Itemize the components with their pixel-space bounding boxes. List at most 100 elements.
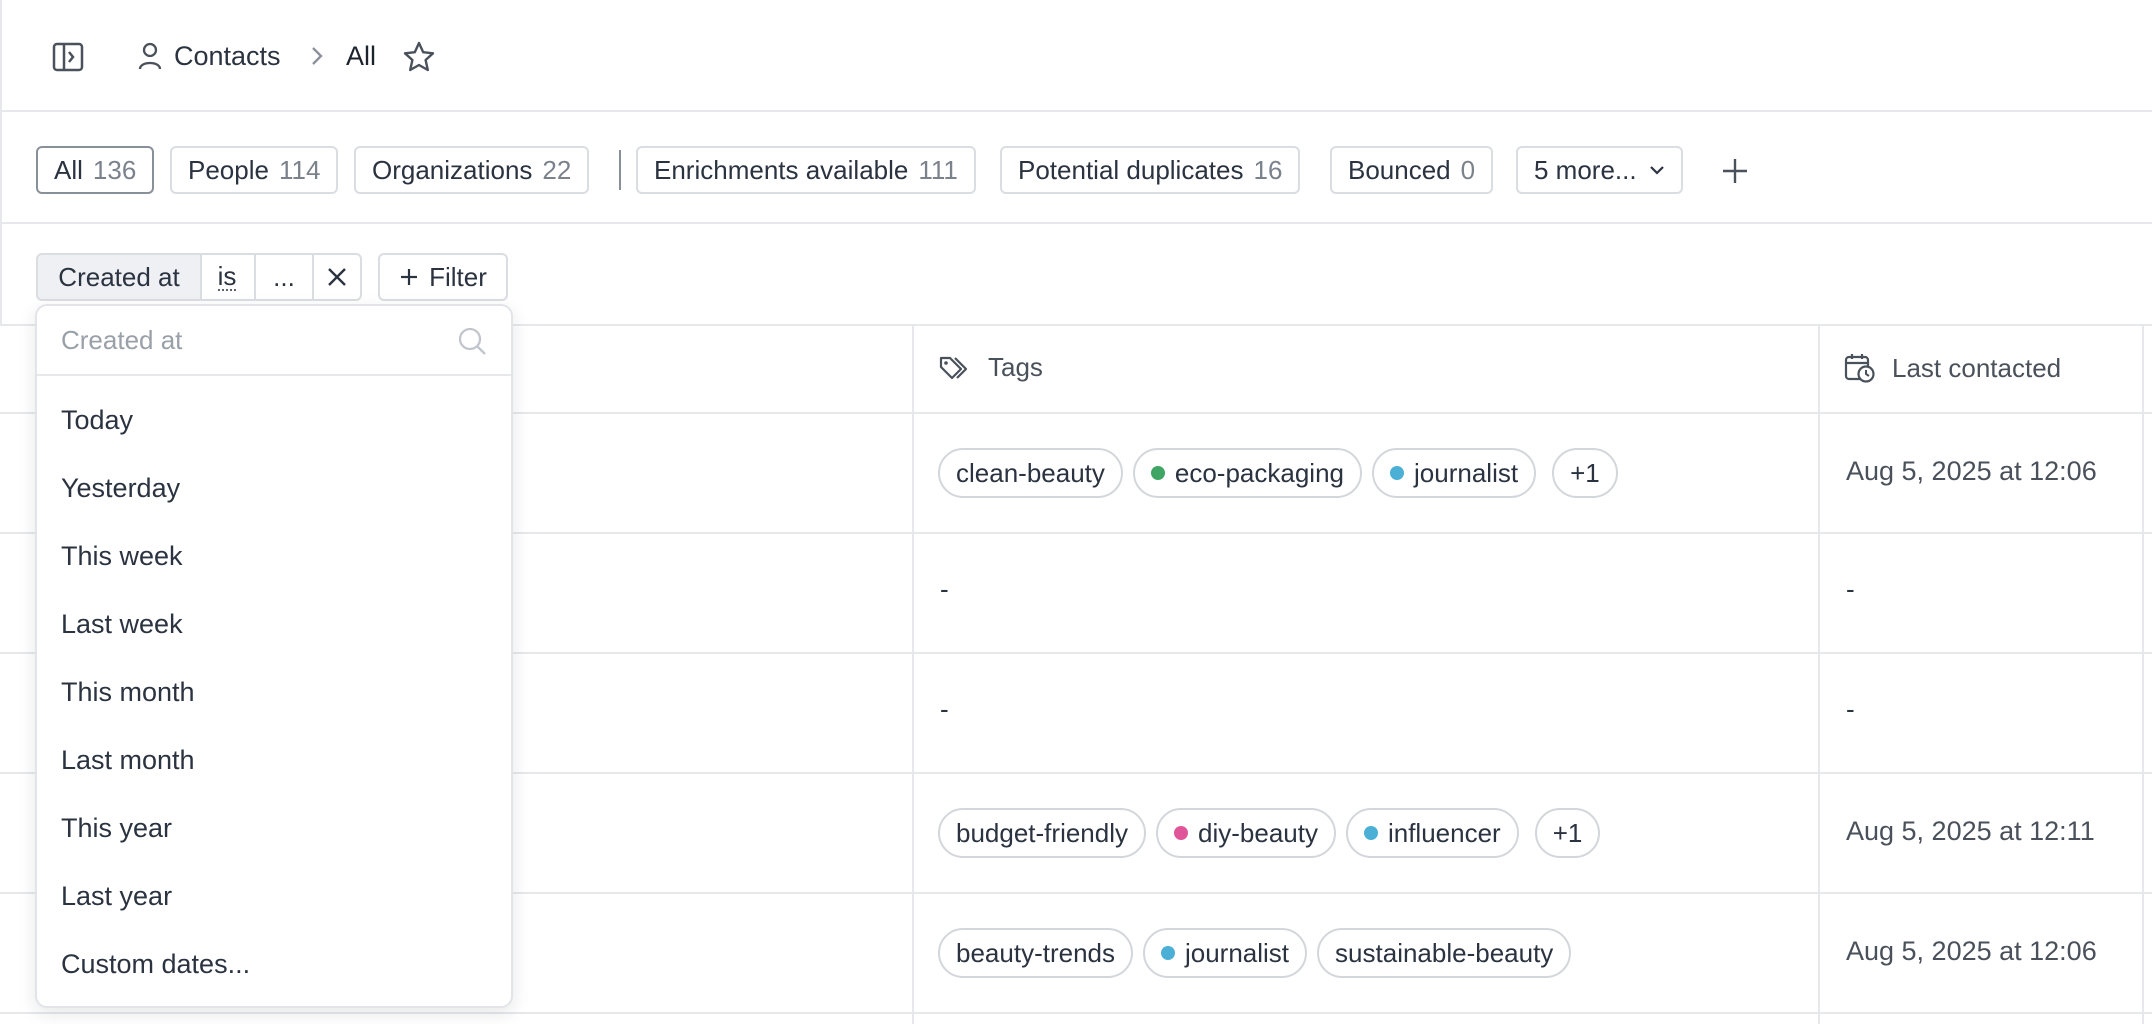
tag-color-dot [1174,826,1188,840]
date-option-custom-dates[interactable]: Custom dates... [37,930,511,998]
view-tab-organizations[interactable]: Organizations 22 [354,146,590,194]
plus-icon [401,269,418,285]
tags-cell-empty: - [940,574,949,604]
last-contacted-cell: - [1846,574,1855,604]
column-header-last-contacted[interactable]: Last contacted [1844,352,2061,384]
view-tab-count: 114 [278,154,321,185]
date-option-this-week[interactable]: This week [37,522,511,590]
tag-label: beauty-trends [956,937,1115,968]
filter-value-chip[interactable]: ... [254,253,314,301]
tag-chip[interactable]: journalist [1142,928,1308,978]
tag-label: diy-beauty [1198,817,1318,848]
tag-chip[interactable]: beauty-trends [938,928,1133,978]
view-tab-count: 16 [1253,154,1283,185]
column-header-label: Tags [988,352,1043,382]
tag-chip[interactable]: diy-beauty [1156,808,1336,858]
view-tabs-divider [619,150,621,190]
breadcrumb-contacts-label: Contacts [174,40,281,71]
filter-operator-chip[interactable]: is [200,253,256,301]
view-tab-label: Organizations [372,154,533,185]
tag-label: journalist [1184,937,1290,968]
last-contacted-cell: Aug 5, 2025 at 12:11 [1846,816,2095,846]
view-tab-count: 22 [542,154,572,185]
tag-color-dot [1150,466,1165,480]
tags-cell: beauty-trends journalist sustainable-bea… [938,928,1572,978]
column-header-tags[interactable]: Tags [938,352,1043,383]
date-filter-dropdown: Today Yesterday This week Last week This… [35,304,513,1008]
column-header-label: Last contacted [1892,352,2062,383]
star-icon[interactable] [402,40,436,74]
tag-chip[interactable]: influencer [1345,808,1519,858]
tag-chip[interactable]: sustainable-beauty [1317,928,1572,978]
view-tab-label: Bounced [1348,154,1451,185]
tag-label: clean-beauty [956,457,1105,488]
view-tab-count: 136 [92,154,137,185]
dropdown-search-input[interactable] [61,320,441,360]
view-tab-count: 0 [1460,154,1476,185]
tag-chip[interactable]: budget-friendly [938,808,1146,858]
tag-label: budget-friendly [956,817,1128,848]
filter-operator-label: is [217,261,237,291]
view-tab-label: Enrichments available [654,154,909,185]
view-tab-label: All [54,154,83,185]
more-views-button[interactable]: 5 more... [1516,146,1683,194]
plus-icon[interactable] [1720,156,1750,186]
tag-color-dot [1160,946,1175,960]
view-tab-enrichments-available[interactable]: Enrichments available 111 [636,146,976,194]
date-option-last-week[interactable]: Last week [37,590,511,658]
tag-label: influencer [1387,817,1501,848]
filter-field-label: Created at [58,261,180,292]
calendar-clock-icon [1844,354,1875,383]
breadcrumb-current-view: All [346,36,376,76]
filter-field-chip[interactable]: Created at [36,253,202,301]
more-views-label: 5 more... [1534,154,1637,185]
view-tabs-bar: All 136 People 114 Organizations 22 Enrichm… [0,112,2152,224]
person-icon [138,42,162,70]
view-tab-count: 111 [918,154,958,185]
tag-chip[interactable]: journalist [1372,448,1537,498]
more-tags-chip[interactable]: +1 [1534,808,1601,858]
tag-icon [939,356,968,379]
date-option-this-month[interactable]: This month [37,658,511,726]
filter-clear-button[interactable] [312,253,362,301]
last-contacted-cell: - [1846,694,1855,724]
more-tags-chip[interactable]: +1 [1552,448,1618,498]
tag-label: sustainable-beauty [1335,937,1554,968]
more-tags-label: +1 [1570,457,1600,488]
top-bar: Contacts All [0,0,2152,112]
close-icon [328,268,346,286]
add-filter-button[interactable]: Filter [378,253,508,301]
view-tab-people[interactable]: People 114 [170,146,339,194]
last-contacted-cell: Aug 5, 2025 at 12:06 [1846,936,2097,966]
dropdown-search [37,306,511,376]
date-option-last-month[interactable]: Last month [37,726,511,794]
chevron-right-icon [312,47,323,65]
view-tab-potential-duplicates[interactable]: Potential duplicates 16 [1000,146,1301,194]
date-option-this-year[interactable]: This year [37,794,511,862]
date-option-yesterday[interactable]: Yesterday [37,454,511,522]
tag-chip[interactable]: clean-beauty [938,448,1123,498]
sidebar-toggle-icon[interactable] [52,42,84,72]
tags-cell: clean-beauty eco-packaging journalist +1 [938,448,1618,498]
add-filter-label: Filter [429,261,487,292]
more-tags-label: +1 [1552,817,1583,848]
tag-chip[interactable]: eco-packaging [1132,448,1363,498]
view-tab-label: People [188,154,269,185]
view-tab-label: Potential duplicates [1018,154,1244,185]
tag-label: journalist [1414,457,1519,488]
last-contacted-cell: Aug 5, 2025 at 12:06 [1846,456,2097,486]
chevron-down-icon [1649,166,1664,175]
search-icon [458,327,486,355]
view-tab-all[interactable]: All 136 [36,146,155,194]
tag-color-dot [1390,466,1405,480]
view-tab-bounced[interactable]: Bounced 0 [1330,146,1494,194]
date-option-today[interactable]: Today [37,386,511,454]
tag-label: eco-packaging [1174,457,1345,488]
tags-cell-empty: - [940,694,949,724]
tags-cell: budget-friendly diy-beauty influencer +1 [938,808,1601,858]
filter-value-label: ... [273,261,295,292]
tag-color-dot [1363,826,1378,840]
breadcrumb-contacts[interactable]: Contacts [138,36,281,76]
date-option-last-year[interactable]: Last year [37,862,511,930]
breadcrumb-view-label: All [346,40,377,71]
